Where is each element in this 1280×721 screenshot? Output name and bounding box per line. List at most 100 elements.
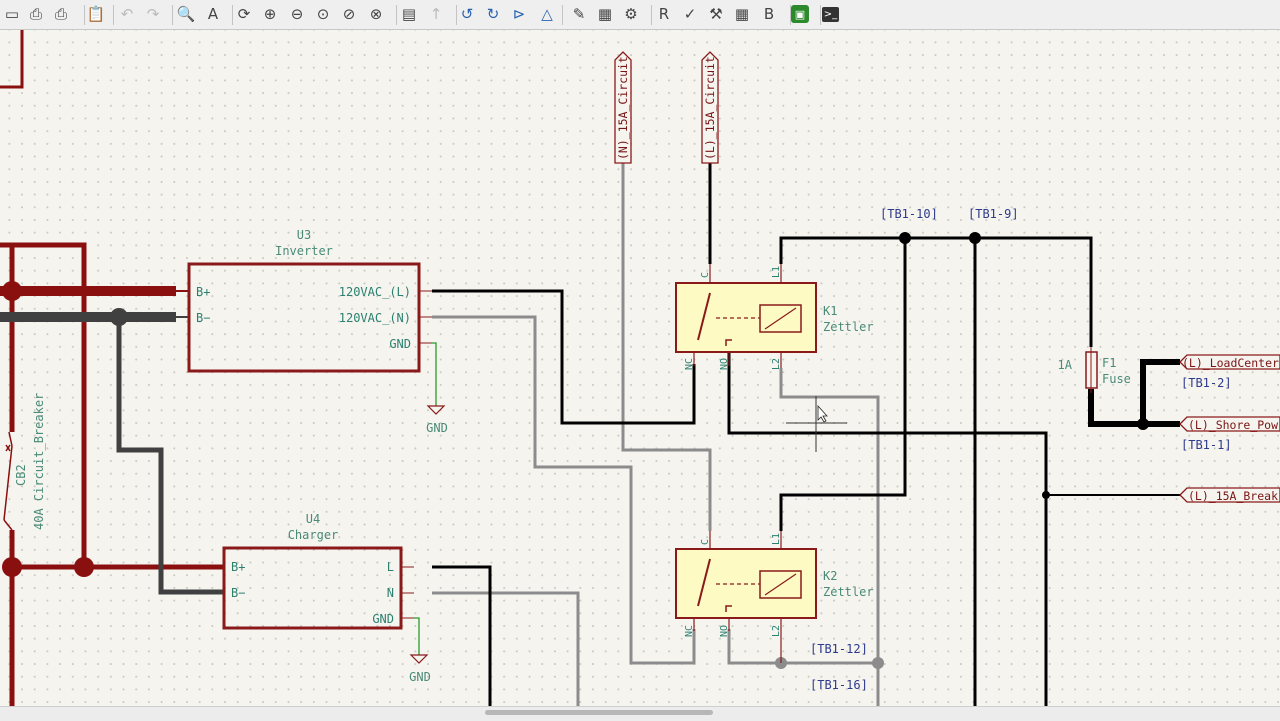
horizontal-scrollbar[interactable] [485,710,713,715]
global-label-n-15a-circuit: (N)_15A_Circuit [616,56,630,160]
gnd-symbol-1: GND [426,342,448,435]
k2-pin-l2: L2 [771,625,782,637]
toolbar-separator [172,5,173,25]
assign-footprints-icon[interactable]: ⚒ [705,3,727,25]
gnd-label-2: GND [409,670,431,684]
cb2-value: 40A Circuit_Breaker [32,393,46,530]
global-labels: (N)_15A_Circuit (L)_15A_Circuit (L)_Load… [614,51,1280,503]
k1-pin-no: NO [719,358,730,370]
cb2-reference: CB2 [14,464,28,486]
breaker-cb2[interactable]: CB2 40A Circuit_Breaker [14,393,46,530]
net-label-tb1-10: [TB1-10] [880,207,938,221]
gnd-label-1: GND [426,421,448,435]
u3-value: Inverter [275,244,333,258]
power-junctions [2,281,128,577]
net-label-tb1-1: [TB1-1] [1181,438,1232,452]
zoom-fit-icon[interactable]: ⊙ [312,3,334,25]
net-label-tb1-12: [TB1-12] [810,642,868,656]
k2-reference: K2 [823,569,837,583]
bom-icon[interactable]: B [758,3,780,25]
u3-reference: U3 [297,228,311,242]
net-label-tb1-2: [TB1-2] [1181,376,1232,390]
erc-icon[interactable]: ✓ [679,3,701,25]
schematic-canvas[interactable]: U3 Inverter B+ B− 120VAC_(L) 120VAC_(N) … [0,30,1280,706]
toolbar-separator [820,5,821,25]
footprint-editor-icon[interactable]: ⚙ [620,3,642,25]
plot-icon[interactable]: ⎙ [50,3,72,25]
k1-value: Zettler [823,320,874,334]
u4-value: Charger [288,528,339,542]
toolbar-separator [651,5,652,25]
toolbar-separator [790,5,791,25]
rotate-ccw-icon[interactable]: ↺ [456,3,478,25]
rotate-cw-icon[interactable]: ↻ [482,3,504,25]
toolbar-separator [113,5,114,25]
toolbar-separator [562,5,563,25]
status-bar [0,706,1280,721]
paste-icon[interactable]: 📋 [85,3,107,25]
u4-pin-bminus: B− [231,586,245,600]
net-label-tb1-9: [TB1-9] [968,207,1019,221]
u3-pin-out-n: 120VAC_(N) [339,311,411,325]
net-label-tb1-16: [TB1-16] [810,678,868,692]
save-icon[interactable]: ▭ [1,3,23,25]
toolbar-separator [232,5,233,25]
u3-pin-gnd: GND [389,337,411,351]
zoom-out-icon[interactable]: ⊖ [286,3,308,25]
k1-pin-c: C [700,272,711,278]
cursor-crosshair [786,396,847,452]
u4-pin-gnd: GND [372,612,394,626]
print-icon[interactable]: ⎙ [25,3,47,25]
global-label-l-15a-circuit: (L)_15A_Circuit [703,56,717,160]
toolbar-separator [456,5,457,25]
pcb-editor-icon[interactable]: ▣ [791,5,809,23]
u3-pin-bplus: B+ [196,285,210,299]
toolbar-separator [396,5,397,25]
k2-pin-nc: NC [684,625,695,637]
zoom-objects-icon[interactable]: ⊘ [338,3,360,25]
schematic-drawing: U3 Inverter B+ B− 120VAC_(L) 120VAC_(N) … [0,30,1280,706]
symbol-browser-icon[interactable]: ▦ [594,3,616,25]
line-wires [432,163,1180,706]
fuse-f1[interactable]: F1 Fuse 1A [1058,347,1131,393]
k2-pin-no: NO [719,625,730,637]
mirror-vertical-icon[interactable]: ⊳ [508,3,530,25]
f1-value: Fuse [1102,372,1131,386]
k2-pin-c: C [700,539,711,545]
k2-value: Zettler [823,585,874,599]
leave-sheet-icon[interactable]: ↑ [425,3,447,25]
inverter-u3[interactable]: U3 Inverter B+ B− 120VAC_(L) 120VAC_(N) … [187,228,432,373]
redo-icon[interactable]: ↷ [142,3,164,25]
find-icon[interactable]: 🔍 [175,3,197,25]
annotate-icon[interactable]: R [653,3,675,25]
refresh-icon[interactable]: ⟳ [233,3,255,25]
k1-pin-l2: L2 [771,358,782,370]
charger-u4[interactable]: U4 Charger B+ B− L N GND [222,512,414,630]
net-labels: [TB1-10] [TB1-9] [TB1-2] [TB1-1] [TB1-12… [810,207,1232,692]
hierarchy-navigator-icon[interactable]: ▤ [398,3,420,25]
gnd-symbol-2: GND [409,617,431,684]
f1-rating: 1A [1058,358,1073,372]
find-replace-icon[interactable]: A [202,3,224,25]
breaker-cb2-symbol [3,431,13,531]
undo-icon[interactable]: ↶ [116,3,138,25]
symbol-editor-icon[interactable]: ✎ [568,3,590,25]
relay-k1[interactable]: K1 Zettler C L1 NC NO L2 [675,264,874,370]
toolbar-separator [84,5,85,25]
global-label-load-center: (L)_LoadCenter [1182,356,1279,370]
mirror-horizontal-icon[interactable]: △ [536,3,558,25]
f1-reference: F1 [1102,356,1116,370]
zoom-in-icon[interactable]: ⊕ [259,3,281,25]
k2-pin-l1: L1 [771,533,782,545]
k1-pin-l1: L1 [771,266,782,278]
global-label-shore-power: (L)_Shore_Pow [1188,418,1278,432]
k1-reference: K1 [823,304,837,318]
scripting-console-icon[interactable]: >_ [822,7,839,22]
u4-pin-n: N [387,586,394,600]
u4-reference: U4 [306,512,320,526]
u3-pin-bminus: B− [196,311,210,325]
symbol-fields-table-icon[interactable]: ▦ [731,3,753,25]
zoom-selection-icon[interactable]: ⊗ [365,3,387,25]
global-label-breaker: (L)_15A_Break [1188,489,1278,503]
u4-pin-bplus: B+ [231,560,245,574]
